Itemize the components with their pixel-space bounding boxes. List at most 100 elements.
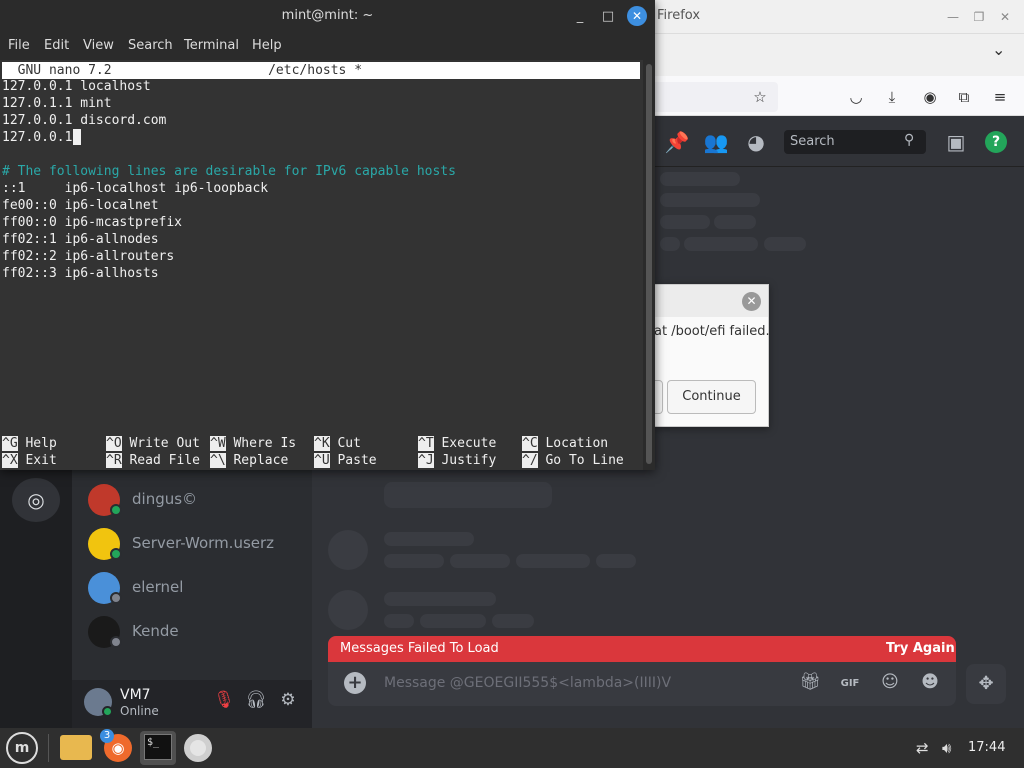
terminal-close-button[interactable]: ✕ [627,6,647,26]
dm-item[interactable]: elernel [88,570,308,606]
terminal-icon: $_ [144,734,172,760]
shortcut-location: ^C Location [522,435,608,452]
skeleton-bar [764,237,806,251]
scrollbar-thumb[interactable] [646,64,652,464]
clock[interactable]: 17:44 [968,740,1005,755]
firefox-restore-button[interactable]: ❐ [968,6,990,28]
shortcut-key: ^\ [210,453,226,468]
terminal-minimize-button[interactable]: _ [569,6,591,28]
skeleton-bar [384,532,474,546]
emoji-icon[interactable]: ☻ [918,672,942,692]
apps-icon[interactable]: ✥ [966,664,1006,704]
skeleton-bar [450,554,510,568]
file-line: 127.0.0.1 discord.com [2,113,167,128]
dialog-close-icon[interactable]: ✕ [742,292,761,311]
file-line: 127.0.0.1 localhost [2,79,151,94]
skeleton-bar [516,554,590,568]
shortcut-paste: ^U Paste [314,452,377,469]
shortcut-exit: ^X Exit [2,452,57,469]
dm-item[interactable]: dingus© [88,482,308,518]
shortcut-key: ^C [522,436,538,451]
menu-view[interactable]: View [83,38,114,53]
downloads-icon[interactable]: ⤓ [880,86,904,108]
skeleton-bar [684,237,758,251]
firefox-close-button[interactable]: ✕ [994,6,1016,28]
try-again-button[interactable]: Try Again [886,641,955,656]
add-friend-icon[interactable]: 👥 [703,130,729,154]
pin-icon[interactable]: 📌 [664,130,690,154]
shortcut-label: Replace [233,453,289,468]
dm-item[interactable]: Server-Worm.userz [88,526,308,562]
account-icon[interactable]: ◉ [918,86,942,108]
shortcut-label: Read File [129,453,200,468]
skeleton-bar [420,614,486,628]
file-line: ::1 ip6-localhost ip6-loopback [2,181,269,196]
file-line: ff02::2 ip6-allrouters [2,249,175,264]
shortcut-replace: ^\ Replace [210,452,288,469]
shortcut-label: Go To Line [545,453,624,468]
status-indicator [110,548,122,560]
skeleton-avatar [328,590,368,630]
dialog-message: at /boot/efi failed. [654,324,770,339]
disc-icon[interactable] [184,734,212,762]
menu-search[interactable]: Search [128,38,173,53]
shortcut-label: Write Out [129,436,200,451]
shortcut-cut: ^K Cut [314,435,361,452]
bookmark-star-icon[interactable]: ☆ [748,86,772,108]
status-indicator [110,504,122,516]
shortcut-key: ^R [106,453,122,468]
file-line: ff02::1 ip6-allnodes [2,232,159,247]
shortcut-key: ^U [314,453,330,468]
inbox-icon[interactable]: ▣ [943,130,969,154]
dm-item-name: dingus© [132,490,198,508]
shortcut-key: ^X [2,453,18,468]
gif-icon[interactable]: GIF [838,672,862,696]
mute-microphone-icon[interactable]: 🎙︎ [212,690,236,710]
mint-menu-button[interactable]: m [6,732,38,764]
taskbar-divider [48,734,49,762]
menu-hamburger-icon[interactable]: ≡ [988,86,1012,108]
help-icon[interactable]: ? [985,131,1007,153]
settings-gear-icon[interactable]: ⚙ [276,690,300,710]
continue-button[interactable]: Continue [667,380,756,414]
network-icon[interactable]: ⇄ [916,739,929,757]
files-folder-icon[interactable] [60,735,92,760]
headphones-icon[interactable]: 🎧︎ [244,690,268,710]
file-line: ff02::3 ip6-allhosts [2,266,159,281]
menu-file[interactable]: File [8,38,30,53]
shortcut-label: Help [25,436,57,451]
file-line: ff00::0 ip6-mcastprefix [2,215,183,230]
error-banner-message: Messages Failed To Load [340,641,499,656]
text-cursor [73,129,81,145]
file-line: 127.0.1.1 mint [2,96,112,111]
skeleton-bar [384,554,444,568]
gift-icon[interactable]: 🎁︎ [798,672,822,692]
skeleton-bar [384,614,414,628]
file-comment-line: # The following lines are desirable for … [2,164,456,179]
firefox-title: Firefox [657,8,701,23]
terminal-maximize-button[interactable]: □ [597,6,619,28]
shortcut-label: Cut [337,436,361,451]
list-tabs-chevron-icon[interactable]: ⌄ [992,40,1005,59]
menu-edit[interactable]: Edit [44,38,69,53]
shortcut-write-out: ^O Write Out [106,435,200,452]
pocket-icon[interactable]: ◡ [844,86,868,108]
extensions-icon[interactable]: ⧉ [952,86,976,108]
menu-terminal[interactable]: Terminal [184,38,239,53]
menu-help[interactable]: Help [252,38,282,53]
user-profile-icon[interactable]: ◕ [743,130,769,154]
firefox-minimize-button[interactable]: — [942,6,964,28]
user-name: VM7 [120,687,151,703]
volume-icon[interactable]: 🔊︎ [942,739,951,757]
dialog-secondary-button[interactable] [654,380,663,414]
status-indicator [110,636,122,648]
discover-servers-icon[interactable]: ◎ [12,478,60,522]
shortcut-label: Execute [441,436,497,451]
dm-item-name: Kende [132,622,179,640]
shortcut-key: ^/ [522,453,538,468]
shortcut-label: Where Is [233,436,297,451]
upload-plus-icon[interactable]: + [344,672,366,694]
skeleton-avatar [328,530,368,570]
dm-item[interactable]: Kende [88,614,308,650]
sticker-icon[interactable]: ☺ [878,672,902,692]
